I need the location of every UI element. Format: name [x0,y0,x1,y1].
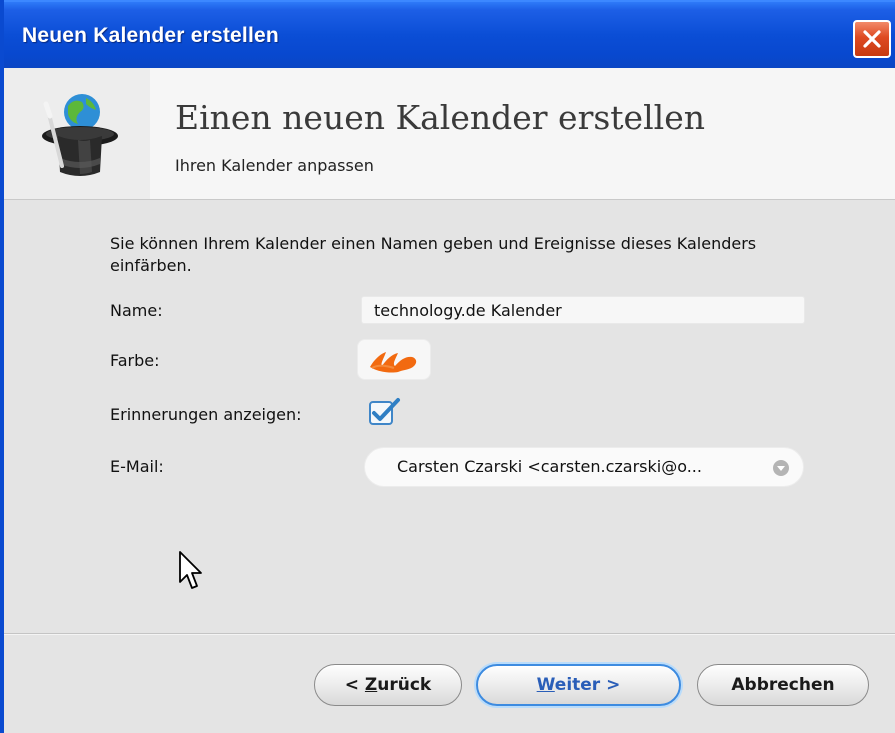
color-swatch-icon [370,352,417,373]
header-divider [4,199,895,200]
next-button[interactable]: Weiter > [476,664,681,706]
back-button-label: < Zurück [344,675,432,695]
email-selected-value: Carsten Czarski <carsten.czarski@o... [397,457,702,476]
title-bar[interactable]: Neuen Kalender erstellen [4,0,895,68]
chevron-down-icon [773,460,789,476]
header-subtitle: Ihren Kalender anpassen [175,156,374,175]
back-button[interactable]: < Zurück [314,664,462,706]
header-title: Einen neuen Kalender erstellen [175,98,705,137]
form-description: Sie können Ihrem Kalender einen Namen ge… [110,234,757,275]
wizard-header: Einen neuen Kalender erstellen Ihren Kal… [4,68,895,199]
close-button[interactable] [853,20,891,58]
name-label: Name: [110,301,163,320]
next-button-label: Weiter > [536,675,621,695]
reminders-label: Erinnerungen anzeigen: [110,405,302,424]
cancel-button-label: Abbrechen [731,675,835,695]
color-label: Farbe: [110,351,160,370]
window-title: Neuen Kalender erstellen [22,24,279,47]
calendar-name-input[interactable] [361,296,805,324]
footer-divider-highlight [4,634,895,635]
email-select[interactable]: Carsten Czarski <carsten.czarski@o... [364,447,804,487]
checkmark-icon [369,398,400,425]
color-picker-button[interactable] [357,339,431,380]
email-label: E-Mail: [110,457,164,476]
close-icon [863,30,881,48]
reminders-checkbox[interactable] [368,396,402,426]
dialog-window: Neuen Kalender erstellen Einen neuen Kal… [0,0,895,733]
wizard-hat-icon [42,94,118,176]
mouse-cursor-icon [179,551,202,589]
header-icon-area [4,68,150,199]
cancel-button[interactable]: Abbrechen [697,664,869,706]
